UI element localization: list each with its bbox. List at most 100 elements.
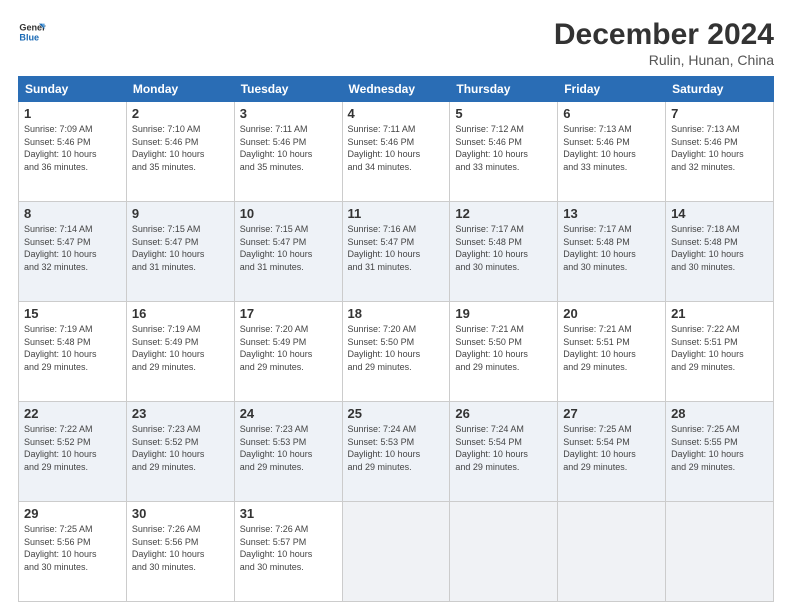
calendar-cell: 29 Sunrise: 7:25 AM Sunset: 5:56 PM Dayli…	[19, 502, 127, 602]
calendar-cell: 16Sunrise: 7:19 AM Sunset: 5:49 PM Dayli…	[126, 302, 234, 402]
day-number: 29	[24, 506, 121, 521]
day-info: Sunrise: 7:18 AM Sunset: 5:48 PM Dayligh…	[671, 223, 768, 273]
calendar-cell: 23Sunrise: 7:23 AM Sunset: 5:52 PM Dayli…	[126, 402, 234, 502]
calendar-cell: 25Sunrise: 7:24 AM Sunset: 5:53 PM Dayli…	[342, 402, 450, 502]
day-info: Sunrise: 7:20 AM Sunset: 5:50 PM Dayligh…	[348, 323, 445, 373]
day-info: Sunrise: 7:12 AM Sunset: 5:46 PM Dayligh…	[455, 123, 552, 173]
calendar-cell	[666, 502, 774, 602]
calendar-cell: 19 Sunrise: 7:21 AM Sunset: 5:50 PM Dayli…	[450, 302, 558, 402]
calendar-cell	[342, 502, 450, 602]
day-number: 1	[24, 106, 121, 121]
day-number: 16	[132, 306, 229, 321]
calendar-cell: 17Sunrise: 7:20 AM Sunset: 5:49 PM Dayli…	[234, 302, 342, 402]
calendar-table: Sunday Monday Tuesday Wednesday Thursday…	[18, 76, 774, 602]
day-info: Sunrise: 7:13 AM Sunset: 5:46 PM Dayligh…	[563, 123, 660, 173]
day-info: Sunrise: 7:24 AM Sunset: 5:54 PM Dayligh…	[455, 423, 552, 473]
calendar-cell: 27Sunrise: 7:25 AM Sunset: 5:54 PM Dayli…	[558, 402, 666, 502]
table-row: 1 Sunrise: 7:09 AM Sunset: 5:46 PM Daylig…	[19, 102, 774, 202]
col-thursday: Thursday	[450, 77, 558, 102]
calendar-cell: 24 Sunrise: 7:23 AM Sunset: 5:53 PM Dayli…	[234, 402, 342, 502]
table-row: 22 Sunrise: 7:22 AM Sunset: 5:52 PM Dayli…	[19, 402, 774, 502]
day-info: Sunrise: 7:25 AM Sunset: 5:56 PM Dayligh…	[24, 523, 121, 573]
table-row: 15 Sunrise: 7:19 AM Sunset: 5:48 PM Dayli…	[19, 302, 774, 402]
day-number: 18	[348, 306, 445, 321]
header-row: Sunday Monday Tuesday Wednesday Thursday…	[19, 77, 774, 102]
day-number: 19	[455, 306, 552, 321]
day-info: Sunrise: 7:11 AM Sunset: 5:46 PM Dayligh…	[348, 123, 445, 173]
day-info: Sunrise: 7:26 AM Sunset: 5:56 PM Dayligh…	[132, 523, 229, 573]
day-info: Sunrise: 7:22 AM Sunset: 5:52 PM Dayligh…	[24, 423, 121, 473]
day-number: 2	[132, 106, 229, 121]
day-number: 24	[240, 406, 337, 421]
calendar-cell: 21 Sunrise: 7:22 AM Sunset: 5:51 PM Dayli…	[666, 302, 774, 402]
day-info: Sunrise: 7:19 AM Sunset: 5:48 PM Dayligh…	[24, 323, 121, 373]
day-number: 25	[348, 406, 445, 421]
day-number: 30	[132, 506, 229, 521]
day-info: Sunrise: 7:16 AM Sunset: 5:47 PM Dayligh…	[348, 223, 445, 273]
day-number: 22	[24, 406, 121, 421]
calendar-cell: 13Sunrise: 7:17 AM Sunset: 5:48 PM Dayli…	[558, 202, 666, 302]
day-number: 9	[132, 206, 229, 221]
day-info: Sunrise: 7:09 AM Sunset: 5:46 PM Dayligh…	[24, 123, 121, 173]
calendar-body: 1 Sunrise: 7:09 AM Sunset: 5:46 PM Daylig…	[19, 102, 774, 602]
main-title: December 2024	[554, 18, 774, 52]
calendar-cell: 2 Sunrise: 7:10 AM Sunset: 5:46 PM Daylig…	[126, 102, 234, 202]
day-info: Sunrise: 7:23 AM Sunset: 5:53 PM Dayligh…	[240, 423, 337, 473]
calendar-cell	[558, 502, 666, 602]
day-number: 5	[455, 106, 552, 121]
day-number: 21	[671, 306, 768, 321]
calendar-cell: 9 Sunrise: 7:15 AM Sunset: 5:47 PM Daylig…	[126, 202, 234, 302]
day-number: 28	[671, 406, 768, 421]
calendar-cell: 11 Sunrise: 7:16 AM Sunset: 5:47 PM Dayli…	[342, 202, 450, 302]
calendar-cell: 4 Sunrise: 7:11 AM Sunset: 5:46 PM Daylig…	[342, 102, 450, 202]
calendar-cell: 8Sunrise: 7:14 AM Sunset: 5:47 PM Daylig…	[19, 202, 127, 302]
title-block: December 2024 Rulin, Hunan, China	[554, 18, 774, 68]
col-tuesday: Tuesday	[234, 77, 342, 102]
logo: General Blue	[18, 18, 46, 46]
table-row: 8Sunrise: 7:14 AM Sunset: 5:47 PM Daylig…	[19, 202, 774, 302]
col-monday: Monday	[126, 77, 234, 102]
calendar-cell: 12Sunrise: 7:17 AM Sunset: 5:48 PM Dayli…	[450, 202, 558, 302]
calendar-cell: 14 Sunrise: 7:18 AM Sunset: 5:48 PM Dayli…	[666, 202, 774, 302]
page: General Blue December 2024 Rulin, Hunan,…	[0, 0, 792, 612]
calendar-cell: 10 Sunrise: 7:15 AM Sunset: 5:47 PM Dayli…	[234, 202, 342, 302]
calendar-cell: 1 Sunrise: 7:09 AM Sunset: 5:46 PM Daylig…	[19, 102, 127, 202]
col-saturday: Saturday	[666, 77, 774, 102]
day-number: 3	[240, 106, 337, 121]
day-number: 20	[563, 306, 660, 321]
day-info: Sunrise: 7:15 AM Sunset: 5:47 PM Dayligh…	[240, 223, 337, 273]
calendar-cell: 20 Sunrise: 7:21 AM Sunset: 5:51 PM Dayli…	[558, 302, 666, 402]
calendar-cell: 28Sunrise: 7:25 AM Sunset: 5:55 PM Dayli…	[666, 402, 774, 502]
logo-icon: General Blue	[18, 18, 46, 46]
day-number: 10	[240, 206, 337, 221]
header: General Blue December 2024 Rulin, Hunan,…	[18, 18, 774, 68]
day-number: 15	[24, 306, 121, 321]
day-number: 7	[671, 106, 768, 121]
col-sunday: Sunday	[19, 77, 127, 102]
day-info: Sunrise: 7:21 AM Sunset: 5:51 PM Dayligh…	[563, 323, 660, 373]
calendar-cell	[450, 502, 558, 602]
day-number: 31	[240, 506, 337, 521]
col-friday: Friday	[558, 77, 666, 102]
day-number: 4	[348, 106, 445, 121]
calendar-cell: 6Sunrise: 7:13 AM Sunset: 5:46 PM Daylig…	[558, 102, 666, 202]
table-row: 29 Sunrise: 7:25 AM Sunset: 5:56 PM Dayli…	[19, 502, 774, 602]
day-info: Sunrise: 7:22 AM Sunset: 5:51 PM Dayligh…	[671, 323, 768, 373]
col-wednesday: Wednesday	[342, 77, 450, 102]
calendar-cell: 30 Sunrise: 7:26 AM Sunset: 5:56 PM Dayli…	[126, 502, 234, 602]
day-number: 27	[563, 406, 660, 421]
day-number: 23	[132, 406, 229, 421]
day-number: 26	[455, 406, 552, 421]
day-info: Sunrise: 7:21 AM Sunset: 5:50 PM Dayligh…	[455, 323, 552, 373]
day-info: Sunrise: 7:17 AM Sunset: 5:48 PM Dayligh…	[455, 223, 552, 273]
calendar-cell: 3 Sunrise: 7:11 AM Sunset: 5:46 PM Daylig…	[234, 102, 342, 202]
day-info: Sunrise: 7:20 AM Sunset: 5:49 PM Dayligh…	[240, 323, 337, 373]
day-number: 14	[671, 206, 768, 221]
calendar-cell: 5 Sunrise: 7:12 AM Sunset: 5:46 PM Daylig…	[450, 102, 558, 202]
day-info: Sunrise: 7:11 AM Sunset: 5:46 PM Dayligh…	[240, 123, 337, 173]
day-info: Sunrise: 7:15 AM Sunset: 5:47 PM Dayligh…	[132, 223, 229, 273]
calendar-cell: 15 Sunrise: 7:19 AM Sunset: 5:48 PM Dayli…	[19, 302, 127, 402]
day-number: 11	[348, 206, 445, 221]
day-number: 13	[563, 206, 660, 221]
day-info: Sunrise: 7:10 AM Sunset: 5:46 PM Dayligh…	[132, 123, 229, 173]
